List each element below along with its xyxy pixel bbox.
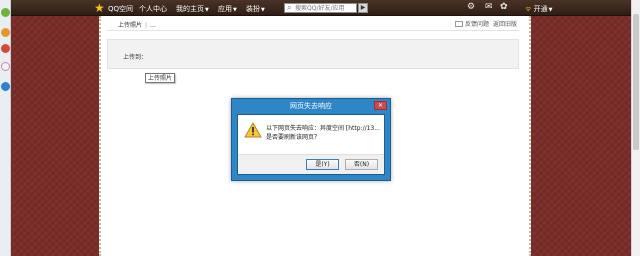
dialog-button-row: 是(Y) 否(N) <box>238 154 384 174</box>
upload-to-label: 上传到： <box>123 54 148 61</box>
chevron-down-icon: ▼ <box>261 7 265 13</box>
app-icon-blue[interactable] <box>1 82 10 91</box>
app-icon-flower[interactable] <box>1 62 10 71</box>
mail-icon[interactable]: ✉ <box>485 2 493 13</box>
gear-icon[interactable]: ⚙ <box>467 2 475 13</box>
left-icon-strip <box>0 0 11 256</box>
chevron-down-icon: ▼ <box>233 7 237 13</box>
warning-icon <box>244 122 262 138</box>
chevron-down-icon: ▼ <box>548 7 553 13</box>
header-links: 反馈问题 返回旧版 <box>454 19 517 28</box>
wifi-icon: ᯤ <box>525 5 532 13</box>
divider <box>107 30 519 31</box>
nav-decorate[interactable]: 装扮▼ <box>246 4 265 14</box>
feedback-icon <box>454 21 463 27</box>
dialog-message-line2: 是否要刷新该网页？ <box>266 134 321 141</box>
star-icon[interactable]: ★ <box>94 1 105 15</box>
breadcrumb-upload-photo[interactable]: 上传照片 <box>118 22 142 29</box>
nav-personal-center[interactable]: 个人中心 <box>139 4 167 14</box>
close-icon[interactable]: ✕ <box>374 101 387 110</box>
tooltip: 上传照片 <box>145 73 176 83</box>
nav-my-homepage[interactable]: 我的主页▼ <box>176 4 209 14</box>
search-icon: ⌕ <box>287 3 292 12</box>
dialog-message: 以下网页失去响应：异度空间 [http://13... 是否要刷新该网页？ <box>266 124 380 142</box>
top-navigation-bar: ★ QQ空间 个人中心 我的主页▼ 应用▼ 装扮▼ ⌕ ▶ ⚙ ✉ ✿ ᯤ 开通… <box>11 0 631 16</box>
dialog-title: 网页失去响应 <box>290 102 332 110</box>
search-input[interactable] <box>295 4 355 12</box>
upload-panel: 上传到： <box>107 39 519 69</box>
nav-apps[interactable]: 应用▼ <box>218 4 237 14</box>
no-button[interactable]: 否(N) <box>345 159 378 170</box>
skin-icon[interactable]: ✿ <box>500 2 508 13</box>
search-go-button[interactable]: ▶ <box>358 3 368 13</box>
dialog-body: 以下网页失去响应：异度空间 [http://13... 是否要刷新该网页？ 是(… <box>237 114 385 175</box>
app-icon-orange[interactable] <box>1 28 10 37</box>
breadcrumb-ellipsis: ... <box>150 22 156 29</box>
app-icon-green[interactable] <box>1 8 10 17</box>
qzone-logo-text[interactable]: QQ空间 <box>108 4 133 14</box>
feedback-link[interactable]: 反馈问题 <box>465 21 489 28</box>
chevron-down-icon: ▼ <box>205 7 209 13</box>
dialog-message-line1: 以下网页失去响应：异度空间 [http://13... <box>266 125 380 132</box>
old-version-link[interactable]: 返回旧版 <box>493 21 517 28</box>
unresponsive-page-dialog: 网页失去响应 ✕ 以下网页失去响应：异度空间 [http://13... 是否要… <box>231 98 391 181</box>
search-box: ⌕ <box>284 3 357 13</box>
yes-button[interactable]: 是(Y) <box>306 159 339 170</box>
scroll-thumb[interactable] <box>633 14 639 150</box>
app-icon-red[interactable] <box>1 44 10 53</box>
vertical-scrollbar[interactable] <box>631 0 640 256</box>
open-vip-button[interactable]: ᯤ 开通▼ <box>525 4 553 14</box>
breadcrumb: 上传照片 |... <box>118 22 156 29</box>
